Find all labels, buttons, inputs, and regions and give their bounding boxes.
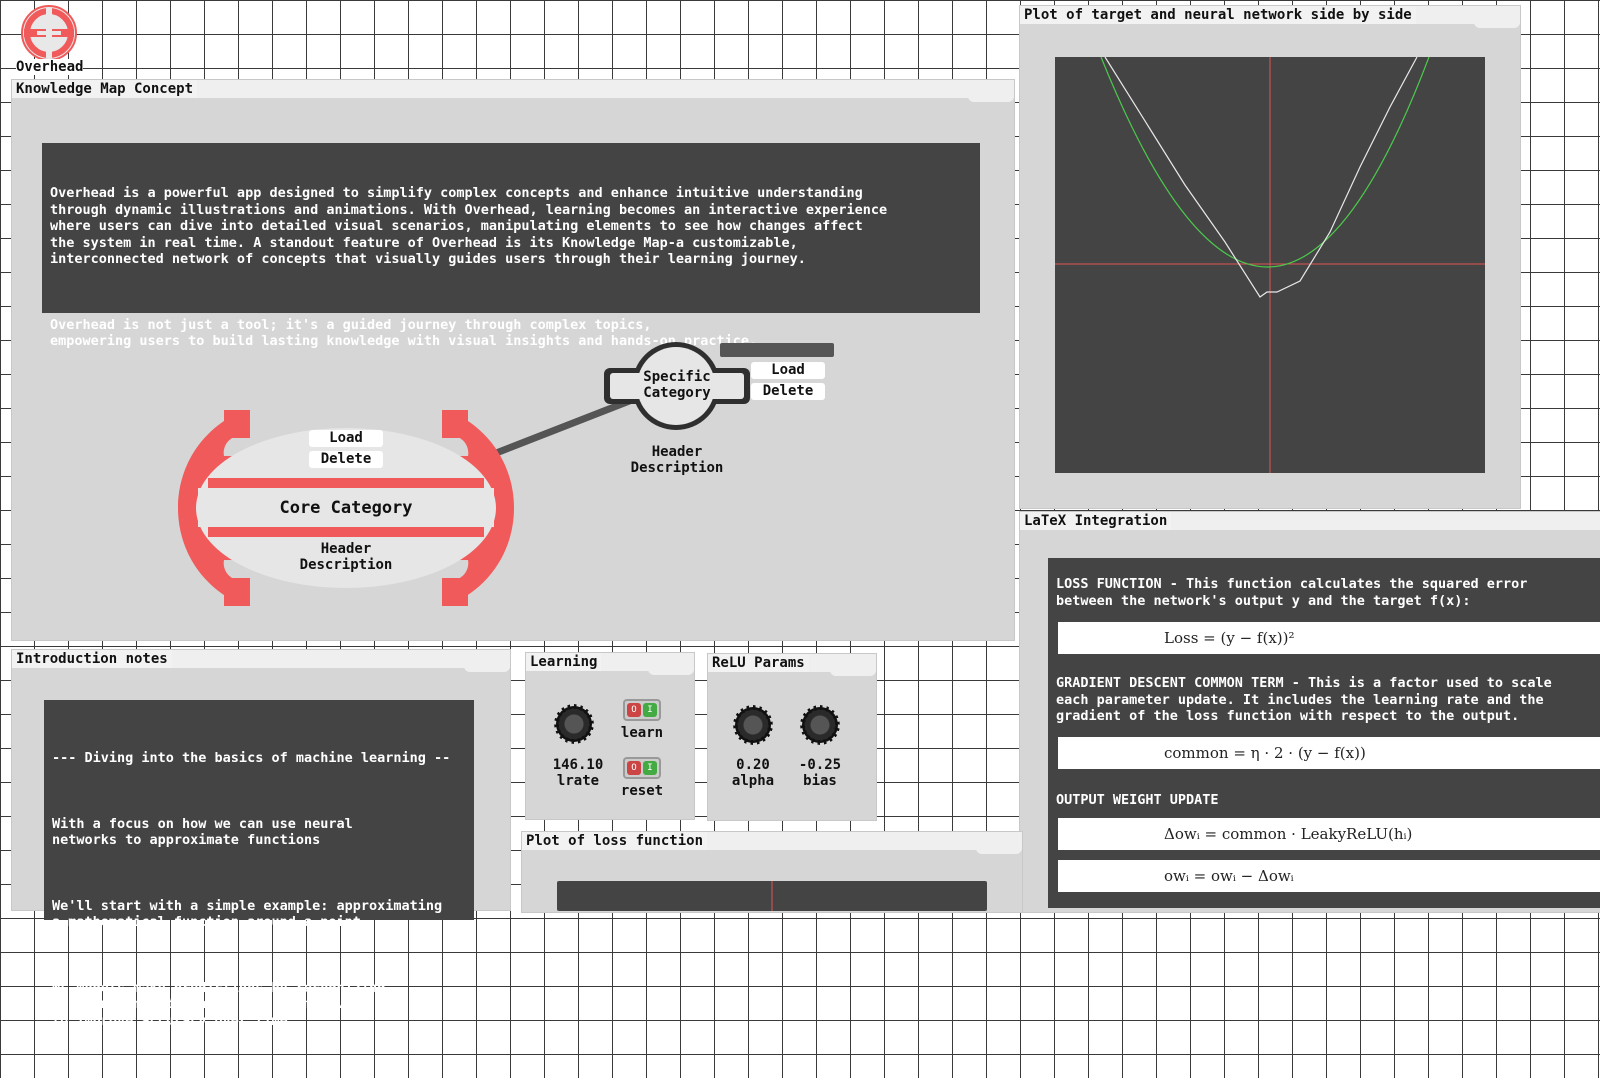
relu-params-panel: ReLU Params 0.20 alpha -0.25 bias	[708, 654, 876, 820]
intro-notes-line: ML models make predictions by recognizin…	[52, 979, 386, 1029]
intro-notes-line: With a focus on how we can use neural ne…	[52, 815, 353, 849]
bias-label: bias	[803, 773, 837, 789]
core-category-title: Core Category	[279, 498, 413, 518]
loss-plot	[557, 881, 987, 911]
specific-category-title: Specific Category	[643, 369, 711, 401]
intro-notes-line: We'll start with a simple example: appro…	[52, 897, 443, 931]
core-delete-button[interactable]: Delete	[309, 451, 383, 468]
panel-tab[interactable]	[1474, 6, 1520, 28]
target-network-plot-panel: Plot of target and neural network side b…	[1020, 6, 1520, 508]
app-logo[interactable]	[20, 4, 78, 62]
loss-function-text: LOSS FUNCTION - This function calculates…	[1056, 576, 1528, 609]
learning-title: Learning	[526, 653, 602, 671]
plot-panel-title: Plot of target and neural network side b…	[1020, 6, 1416, 24]
bias-knob[interactable]	[802, 707, 838, 743]
reset-toggle[interactable]: O I	[623, 757, 661, 779]
common-formula: common = η · 2 · (y − f(x))	[1058, 737, 1600, 769]
toggle-off-indicator: O	[627, 761, 641, 775]
loss-formula: Loss = (y − f(x))²	[1058, 622, 1600, 654]
latex-panel-title: LaTeX Integration	[1020, 512, 1172, 530]
panel-tab[interactable]	[648, 653, 694, 675]
latex-dark-box	[1048, 558, 1600, 908]
specific-delete-button[interactable]: Delete	[751, 383, 825, 400]
intro-notes-title: Introduction notes	[12, 650, 172, 668]
target-network-plot	[1055, 57, 1485, 473]
panel-tab[interactable]	[976, 832, 1022, 854]
gradient-descent-text: GRADIENT DESCENT COMMON TERM - This is a…	[1056, 675, 1552, 724]
alpha-knob[interactable]	[735, 707, 771, 743]
specific-category-description: Header Description	[630, 444, 724, 476]
toggle-off-indicator: O	[627, 703, 641, 717]
learn-label: learn	[620, 725, 664, 741]
toggle-on-indicator: I	[643, 761, 657, 775]
introduction-notes-panel: Introduction notes --- Diving into the b…	[12, 650, 510, 1029]
lrate-knob[interactable]	[556, 706, 592, 742]
panel-tab[interactable]	[830, 654, 876, 676]
panel-tab[interactable]	[464, 650, 510, 672]
app-name: Overhead	[16, 59, 84, 75]
toggle-on-indicator: I	[643, 703, 657, 717]
weight-update-formula: owᵢ = owᵢ − Δowᵢ	[1058, 860, 1600, 892]
specific-load-button[interactable]: Load	[751, 362, 825, 379]
specific-node-header-bar	[720, 343, 834, 357]
learn-toggle[interactable]: O I	[623, 699, 661, 721]
knowledge-map-panel: Knowledge Map Concept Overhead is a powe…	[12, 80, 1014, 640]
reset-label: reset	[620, 783, 664, 799]
overhead-logo-icon	[21, 5, 77, 61]
learning-panel: Learning 146.10 lrate O I learn O I rese…	[526, 653, 694, 819]
loss-plot-title: Plot of loss function	[522, 832, 708, 850]
delta-weight-formula: Δowᵢ = common · LeakyReLU(hᵢ)	[1058, 818, 1600, 850]
output-weight-update-text: OUTPUT WEIGHT UPDATE	[1056, 792, 1219, 808]
core-load-button[interactable]: Load	[309, 430, 383, 447]
loss-plot-panel: Plot of loss function	[522, 832, 1022, 912]
intro-notes-line: --- Diving into the basics of machine le…	[52, 750, 451, 766]
core-category-description: Header Description	[299, 541, 393, 573]
intro-notes-box: --- Diving into the basics of machine le…	[44, 700, 474, 1029]
lrate-label: lrate	[556, 773, 600, 789]
relu-params-title: ReLU Params	[708, 654, 809, 672]
lrate-value: 146.10	[552, 757, 604, 773]
bias-value: -0.25	[798, 757, 842, 773]
